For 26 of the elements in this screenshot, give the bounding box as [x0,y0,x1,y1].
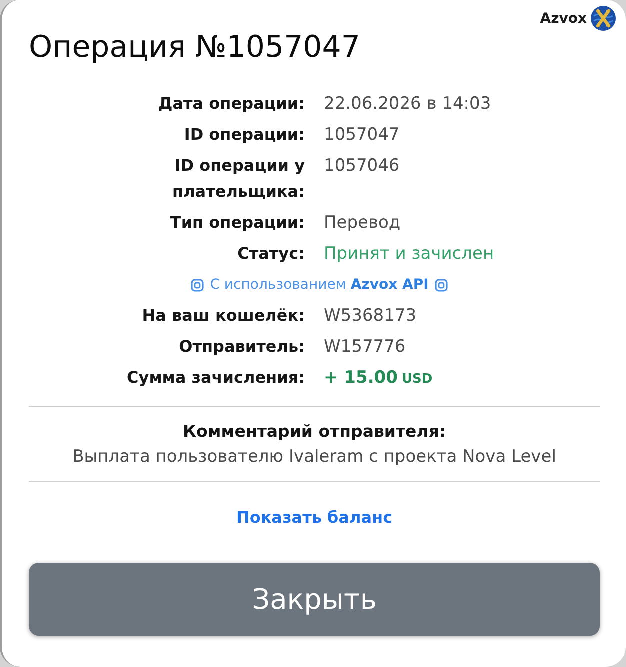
chip-icon [434,278,448,292]
field-label: Сумма зачисления: [126,367,305,389]
comment-heading: Комментарий отправителя: [182,421,446,443]
show-balance-link[interactable]: Показать баланс [236,506,393,530]
api-note: С использованием Azvox API [210,277,429,293]
field-label: ID операции у плательщика: [172,155,305,203]
x-emblem-icon [591,6,616,31]
field-value: Перевод [324,213,401,233]
amount-value: + 15.00 USD [324,368,433,388]
field-value: 22.06.2026 в 14:03 [324,94,492,114]
status-value: Принят и зачислен [324,244,494,264]
chip-icon [191,278,204,292]
field-label: Отправитель: [178,336,305,358]
field-value: W157776 [324,337,406,357]
field-label: На ваш кошелёк: [141,305,305,327]
dialog-title: Операция №1057047 [29,31,362,65]
field-label: ID операции: [183,124,305,146]
close-button[interactable]: Закрыть [29,563,600,636]
field-label: Статус: [236,243,305,265]
field-label: Тип операции: [169,212,305,234]
field-value: W5368173 [324,306,417,326]
field-value: 1057047 [324,125,400,145]
brand-name: Azvox [540,10,587,26]
field-value: 1057046 [324,156,400,176]
field-label: Дата операции: [157,93,305,115]
comment-text: Выплата пользователю Ivaleram с проекта Nova Level [72,446,556,469]
